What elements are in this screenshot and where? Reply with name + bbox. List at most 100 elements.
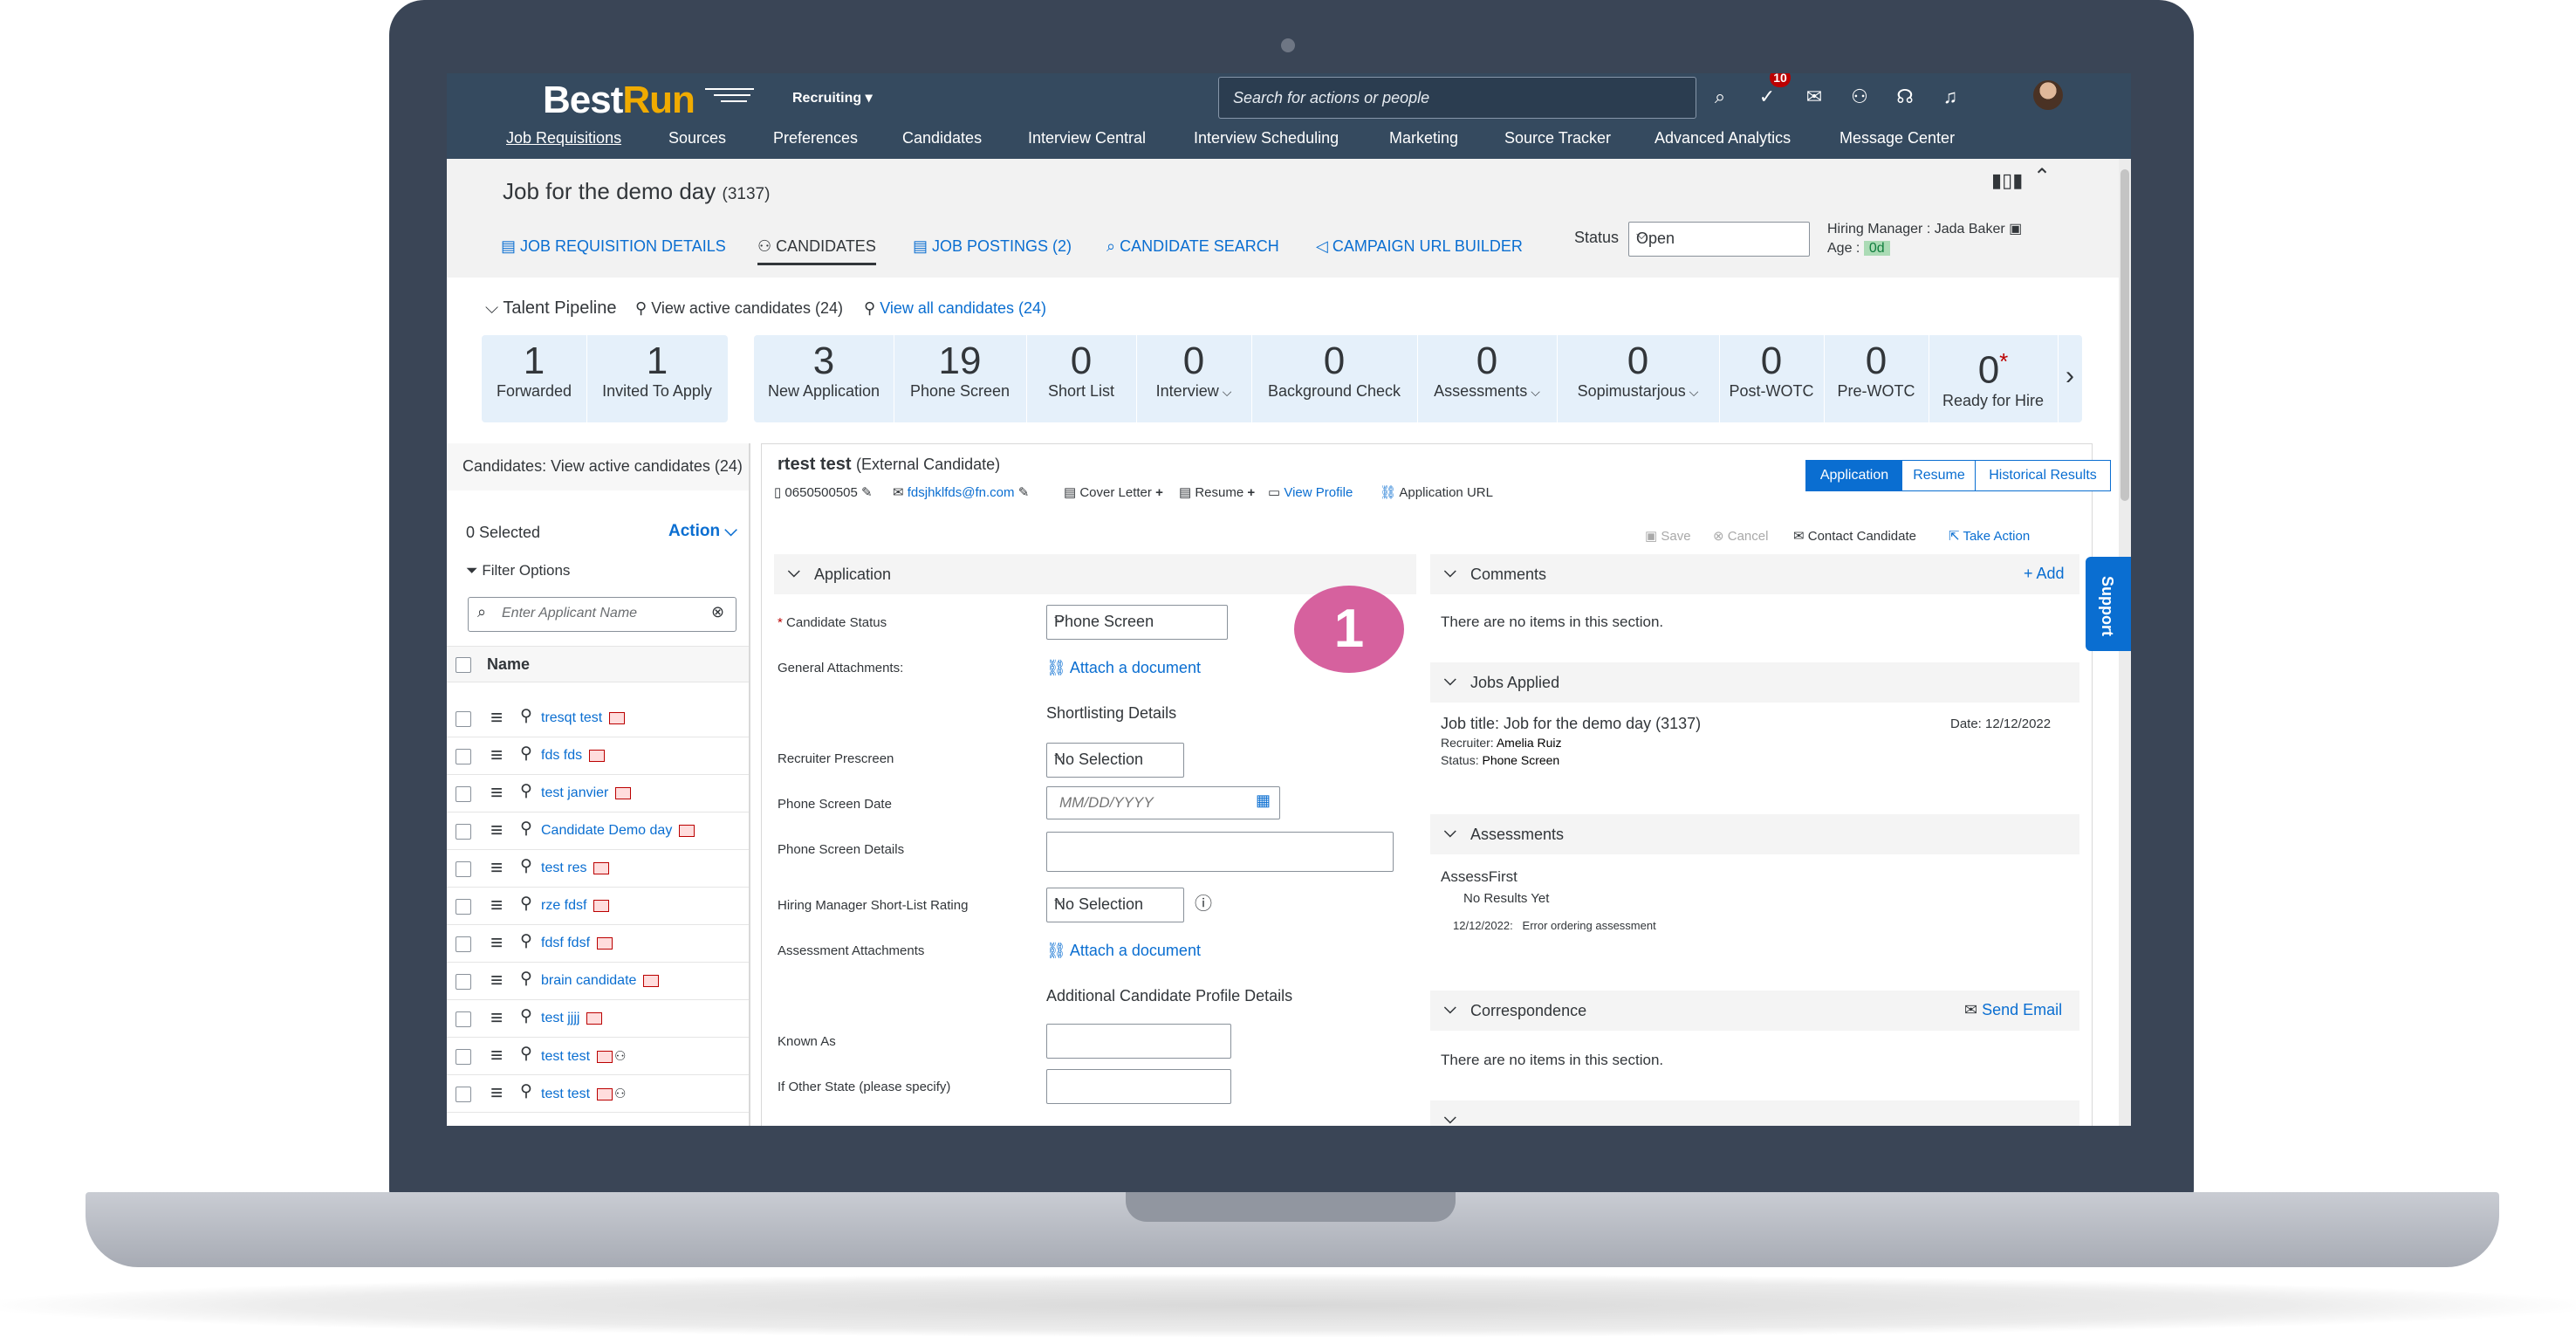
nav-advanced-analytics[interactable]: Advanced Analytics (1655, 129, 1791, 147)
segment-application[interactable]: Application (1805, 460, 1903, 491)
list-item[interactable]: ≡ ⚲ rze fdsf (447, 888, 749, 925)
contact-candidate-button[interactable]: ✉ Contact Candidate (1793, 528, 1916, 544)
known-as-input[interactable] (1046, 1024, 1231, 1059)
list-item[interactable]: ≡ ⚲ test test ⚇ (447, 1075, 749, 1113)
pipeline-tile-assessments[interactable]: 0 Assessments ⌵ (1417, 335, 1558, 422)
view-all-candidates-link[interactable]: ⚲ View all candidates (24) (864, 299, 1046, 318)
candidate-link[interactable]: test res (541, 860, 610, 876)
add-icon[interactable]: + (1155, 485, 1163, 500)
row-checkbox[interactable] (456, 899, 471, 915)
tab-job-requisition-details[interactable]: ▤ JOB REQUISITION DETAILS (501, 237, 726, 256)
todo-check-icon[interactable]: ✓ (1754, 84, 1780, 110)
tab-candidate-search[interactable]: ⌕ CANDIDATE SEARCH (1106, 237, 1279, 256)
hiring-manager-name[interactable]: Jada Baker (1935, 222, 2005, 237)
row-checkbox[interactable] (456, 936, 471, 952)
pipeline-tile-short-list[interactable]: 0 Short List (1026, 335, 1137, 422)
phone-screen-details-textarea[interactable] (1046, 832, 1394, 872)
candidate-status-select[interactable]: Phone Screen ⌵ (1046, 605, 1228, 640)
candidate-link[interactable]: test test ⚇ (541, 1086, 626, 1102)
nav-interview-scheduling[interactable]: Interview Scheduling (1194, 129, 1339, 147)
drag-handle-icon[interactable]: ≡ (490, 969, 503, 993)
attach-document-link[interactable]: ⛓ Attach a document (1046, 659, 1201, 677)
nav-job-requisitions[interactable]: Job Requisitions (506, 129, 621, 147)
candidate-link[interactable]: test test ⚇ (541, 1048, 626, 1065)
resume-attachment[interactable]: ▤ Resume + (1179, 484, 1255, 500)
candidate-link[interactable]: fds fds (541, 748, 606, 764)
module-switcher[interactable]: Recruiting ▾ (792, 89, 873, 106)
jobs-applied-section-header[interactable]: ⌵ Jobs Applied (1430, 662, 2079, 703)
status-select[interactable]: Open ⌵ (1628, 222, 1810, 257)
list-item[interactable]: ≡ ⚲ brain candidate (447, 963, 749, 1000)
list-item[interactable]: ≡ ⚲ tresqt test (447, 700, 749, 737)
pipeline-next-arrow-icon[interactable]: › (2058, 361, 2082, 391)
select-all-checkbox[interactable] (456, 657, 471, 673)
row-checkbox[interactable] (456, 861, 471, 877)
pipeline-tile-post-wotc[interactable]: 0 Post-WOTC (1719, 335, 1825, 422)
cancel-button[interactable]: ⊗ Cancel (1713, 528, 1768, 544)
take-action-button[interactable]: ⇱ Take Action (1949, 528, 2030, 544)
candidate-phone[interactable]: ▯ 0650500505 ✎ (774, 484, 873, 500)
pipeline-tile-forwarded[interactable]: 1 Forwarded (482, 335, 587, 422)
chat-icon[interactable]: ✉ (1801, 84, 1827, 110)
candidate-email[interactable]: ✉ fdsjhklfds@fn.com ✎ (893, 484, 1029, 500)
clear-icon[interactable]: ⊗ (711, 603, 724, 621)
support-tab[interactable]: Support (2086, 557, 2131, 651)
bell-icon[interactable]: ♫ (1937, 84, 1963, 110)
assessments-dropdown-icon[interactable]: ⌵ (1531, 385, 1540, 399)
hm-rating-select[interactable]: No Selection ⌵ (1046, 888, 1184, 922)
row-checkbox[interactable] (456, 1049, 471, 1065)
add-icon[interactable]: + (1247, 485, 1255, 500)
candidate-link[interactable]: test janvier (541, 785, 632, 801)
attach-assessment-document-link[interactable]: ⛓ Attach a document (1046, 942, 1201, 960)
list-item[interactable]: ≡ ⚲ test janvier (447, 775, 749, 812)
candidate-link[interactable]: test jjjj (541, 1011, 603, 1026)
calendar-icon[interactable]: ▦ (1256, 792, 1271, 810)
candidate-link[interactable]: brain candidate (541, 973, 660, 989)
send-email-link[interactable]: ✉ Send Email (1964, 1001, 2062, 1019)
pipeline-tile-invited[interactable]: 1 Invited To Apply (586, 335, 728, 422)
drag-handle-icon[interactable]: ≡ (490, 819, 503, 843)
drag-handle-icon[interactable]: ≡ (490, 894, 503, 918)
scrollbar-thumb[interactable] (2120, 169, 2129, 501)
pipeline-tile-pre-wotc[interactable]: 0 Pre-WOTC (1824, 335, 1929, 422)
chart-icon[interactable]: ▮▯▮ (1991, 169, 2023, 192)
job-title[interactable]: Job title: Job for the demo day (3137) (1441, 715, 1701, 733)
nav-preferences[interactable]: Preferences (773, 129, 858, 147)
filter-options[interactable]: ⏷ Filter Options (466, 562, 570, 579)
row-checkbox[interactable] (456, 974, 471, 990)
tab-job-postings[interactable]: ▤ JOB POSTINGS (2) (913, 237, 1072, 256)
pipeline-tile-new-application[interactable]: 3 New Application (754, 335, 894, 422)
business-card-icon[interactable]: ▣ (2009, 222, 2022, 237)
row-checkbox[interactable] (456, 711, 471, 727)
candidate-link[interactable]: Candidate Demo day (541, 823, 695, 839)
segment-resume[interactable]: Resume (1901, 460, 1977, 491)
interview-dropdown-icon[interactable]: ⌵ (1223, 385, 1232, 399)
save-button[interactable]: ▣ Save (1645, 528, 1691, 544)
segment-historical-results[interactable]: Historical Results (1975, 460, 2111, 491)
bestrun-logo[interactable]: BestRun (543, 79, 695, 122)
user-avatar[interactable] (2033, 80, 2063, 110)
pipeline-tile-interview[interactable]: 0 Interview ⌵ (1136, 335, 1252, 422)
drag-handle-icon[interactable]: ≡ (490, 931, 503, 956)
application-section-header[interactable]: ⌵ Application (774, 554, 1416, 594)
drag-handle-icon[interactable]: ≡ (490, 1044, 503, 1068)
recruiter-prescreen-select[interactable]: No Selection ⌵ (1046, 743, 1184, 778)
drag-handle-icon[interactable]: ≡ (490, 706, 503, 730)
edit-icon[interactable]: ✎ (861, 485, 873, 500)
assessments-section-header[interactable]: ⌵ Assessments (1430, 814, 2079, 854)
tab-campaign-url-builder[interactable]: ◁ CAMPAIGN URL BUILDER (1316, 237, 1523, 256)
row-checkbox[interactable] (456, 1087, 471, 1102)
pipeline-tile-phone-screen[interactable]: 19 Phone Screen (894, 335, 1027, 422)
drag-handle-icon[interactable]: ≡ (490, 1081, 503, 1106)
phone-screen-date-input[interactable] (1058, 793, 1236, 812)
edit-icon[interactable]: ✎ (1018, 485, 1030, 500)
add-comment-link[interactable]: + Add (2024, 565, 2065, 583)
offer-section-header[interactable]: ⌵ (1430, 1100, 2079, 1126)
nav-sources[interactable]: Sources (668, 129, 726, 147)
applicant-name-input[interactable] (500, 605, 704, 622)
cover-letter[interactable]: ▤ Cover Letter + (1064, 484, 1163, 500)
tab-candidates[interactable]: ⚇ CANDIDATES (757, 237, 876, 265)
help-icon[interactable]: ⓘ (1195, 889, 1212, 915)
drag-handle-icon[interactable]: ≡ (490, 1006, 503, 1031)
pipeline-tile-ready-for-hire[interactable]: 0* Ready for Hire (1929, 335, 2059, 422)
